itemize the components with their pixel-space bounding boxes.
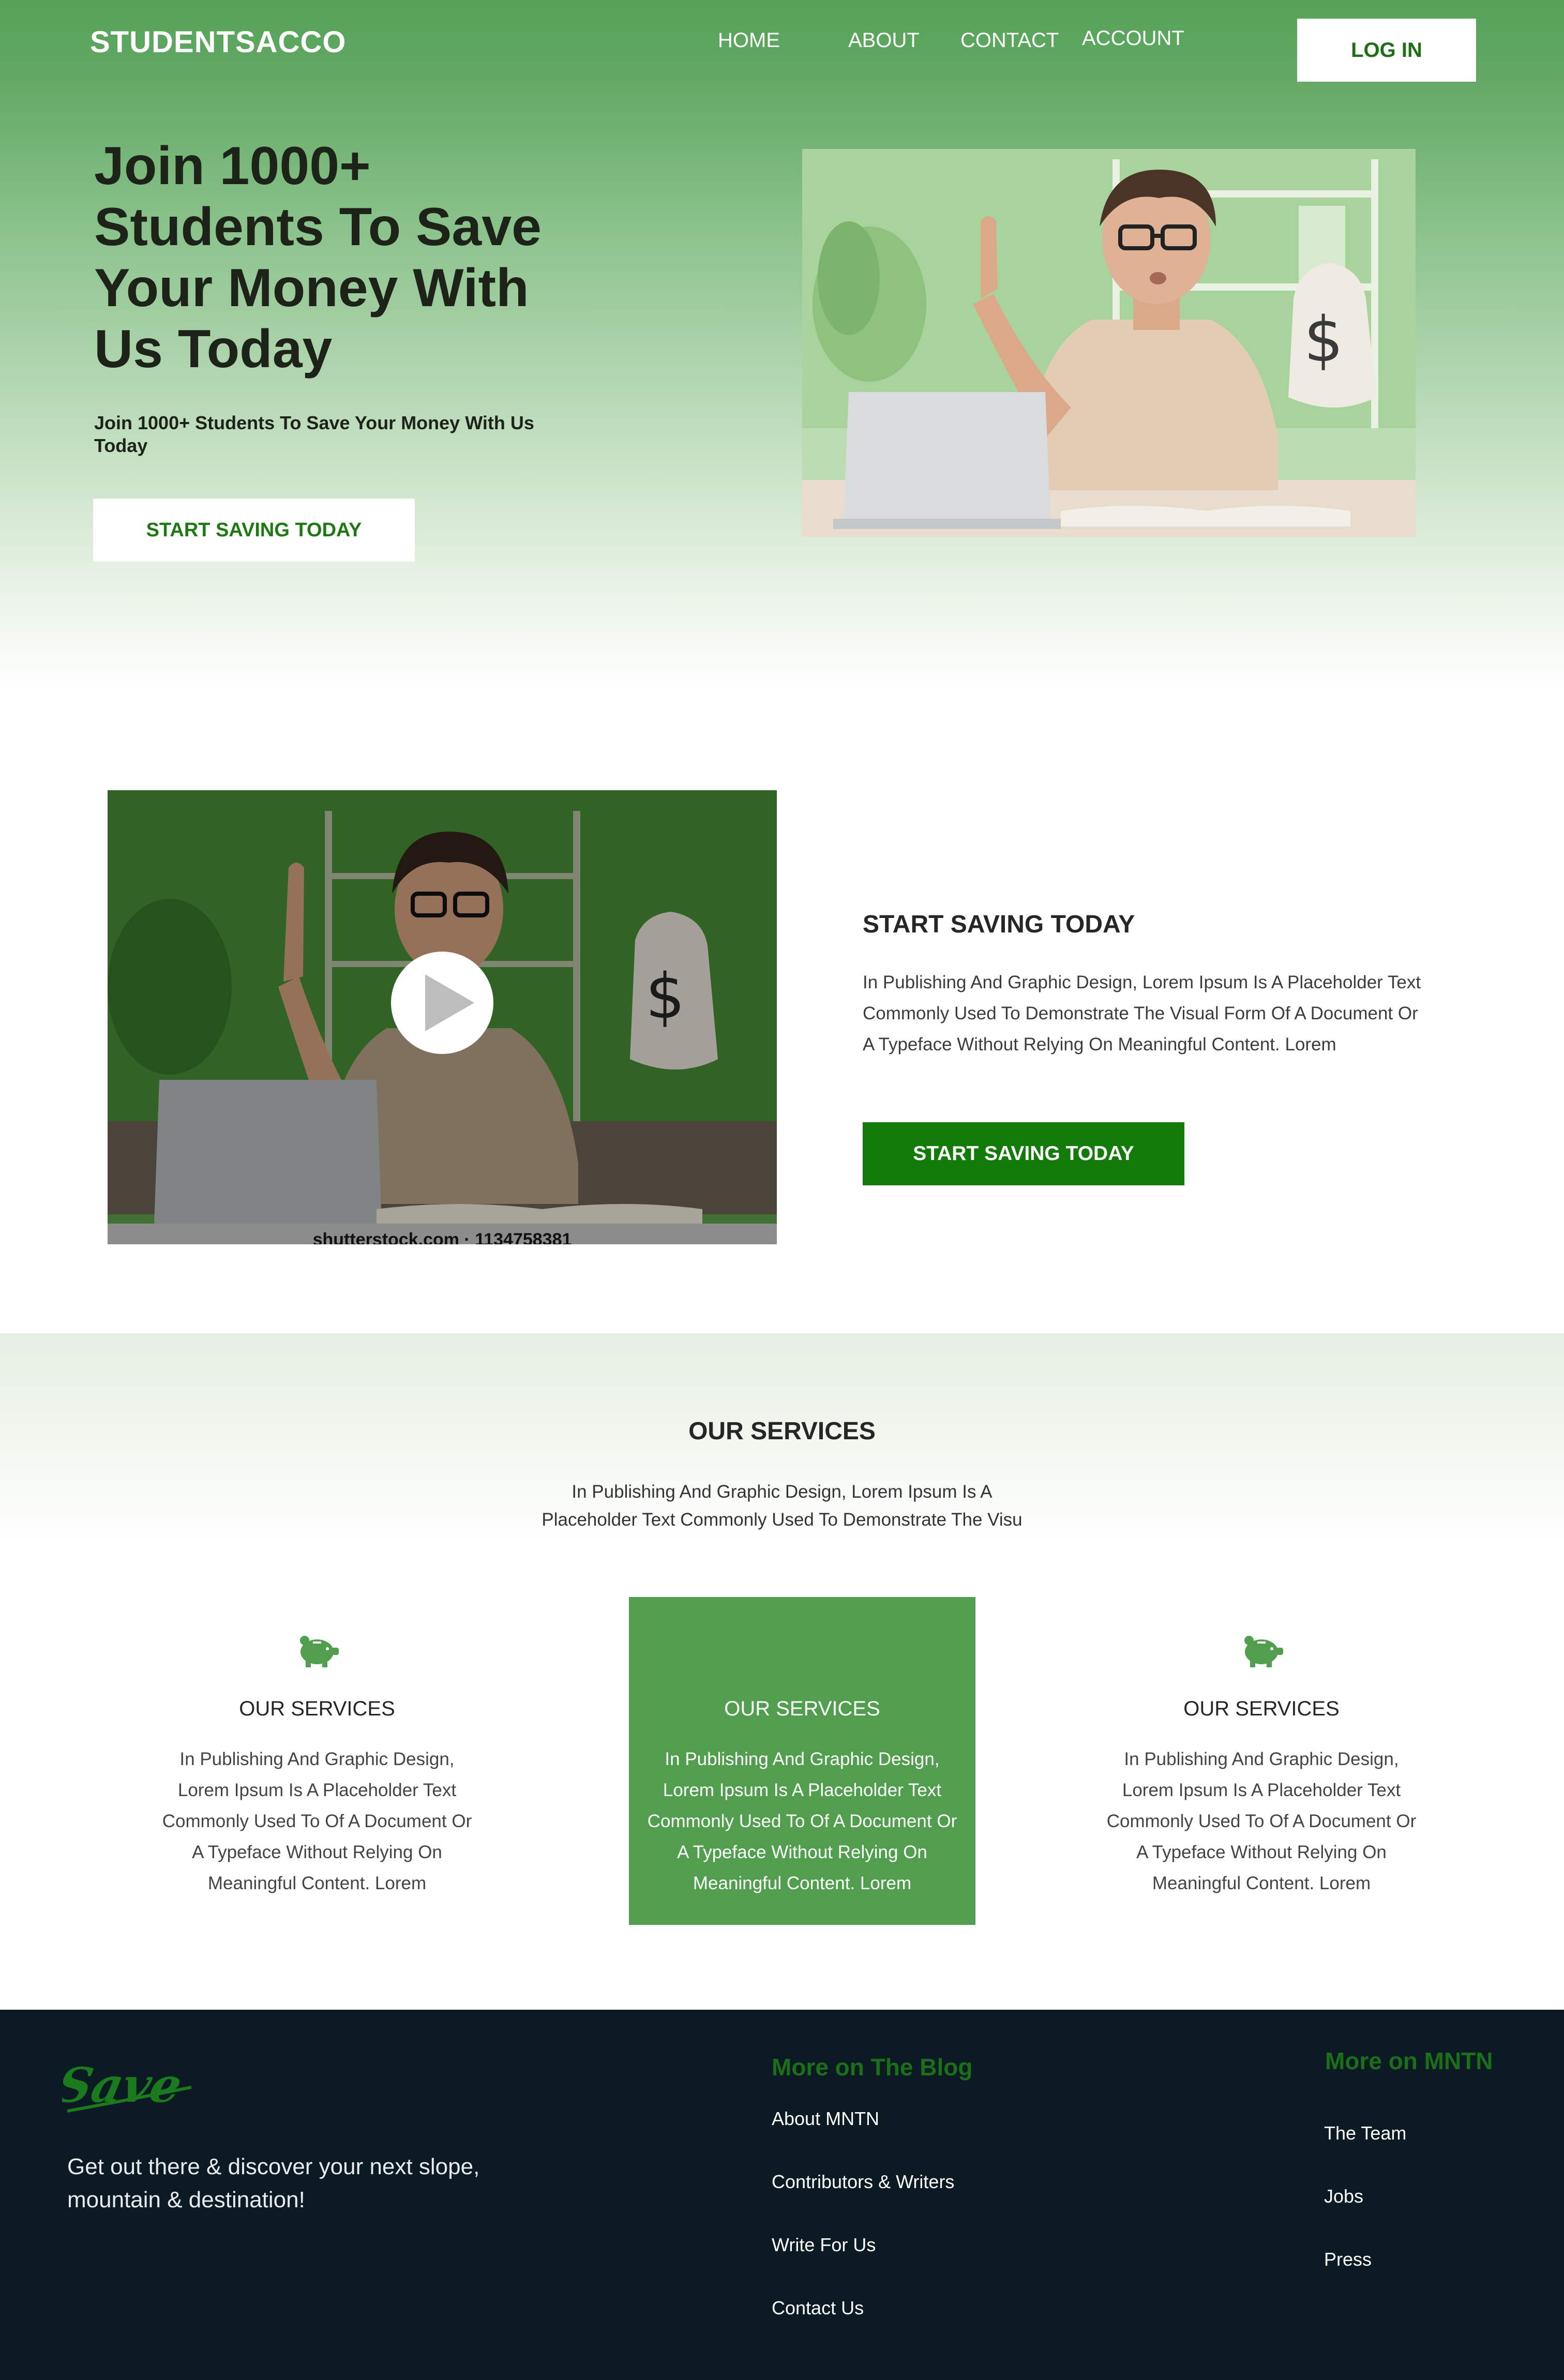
service-card-text: In Publishing And Graphic Design, Lorem … — [162, 1749, 472, 1893]
video-watermark: shutterstock.com · 1134758381 — [312, 1230, 572, 1244]
service-card-1[interactable]: OUR SERVICES In Publishing And Graphic D… — [144, 1597, 490, 1925]
footer-link-press[interactable]: Press — [1324, 2249, 1372, 2270]
hero-image: $ — [802, 149, 1416, 537]
feature-title: START SAVING TODAY — [863, 911, 1135, 938]
nav-contact[interactable]: CONTACT — [960, 29, 1059, 52]
hero-subtitle: Join 1000+ Students To Save Your Money W… — [94, 412, 534, 456]
login-button[interactable]: LOG IN — [1297, 19, 1476, 82]
brand-logo[interactable]: STUDENTSACCO — [90, 25, 346, 59]
piggy-bank-icon — [300, 1636, 339, 1667]
footer-tagline: Get out there & discover your next slope… — [67, 2154, 480, 2212]
service-card-2[interactable]: OUR SERVICES In Publishing And Graphic D… — [629, 1597, 975, 1925]
footer-blog-heading: More on The Blog — [772, 2054, 973, 2081]
service-card-title: OUR SERVICES — [724, 1697, 880, 1720]
start-saving-button-secondary[interactable]: START SAVING TODAY — [863, 1122, 1184, 1185]
hero-section: STUDENTSACCO HOME ABOUT CONTACT ACCOUNT … — [0, 0, 1564, 688]
svg-text:$: $ — [1304, 304, 1343, 376]
footer-link-team[interactable]: The Team — [1324, 2122, 1406, 2144]
services-title: OUR SERVICES — [688, 1418, 876, 1445]
footer: Save Get out there & discover your next … — [0, 2010, 1564, 2380]
service-card-title: OUR SERVICES — [1183, 1697, 1340, 1720]
footer-mntn-heading: More on MNTN — [1325, 2047, 1493, 2074]
footer-link-about[interactable]: About MNTN — [772, 2108, 879, 2130]
nav-home[interactable]: HOME — [718, 29, 780, 52]
service-card-3[interactable]: OUR SERVICES In Publishing And Graphic D… — [1088, 1597, 1435, 1925]
play-button[interactable] — [391, 952, 493, 1054]
student-money-illustration: $ — [802, 149, 1416, 537]
footer-link-contributors[interactable]: Contributors & Writers — [772, 2171, 954, 2193]
feature-description: In Publishing And Graphic Design, Lorem … — [863, 972, 1421, 1055]
start-saving-button[interactable]: START SAVING TODAY — [93, 499, 415, 562]
service-card-title: OUR SERVICES — [239, 1697, 395, 1720]
footer-link-jobs[interactable]: Jobs — [1324, 2186, 1363, 2207]
service-card-text: In Publishing And Graphic Design, Lorem … — [1106, 1749, 1417, 1893]
footer-link-write[interactable]: Write For Us — [772, 2234, 876, 2256]
nav-about[interactable]: ABOUT — [848, 29, 920, 52]
nav-account[interactable]: ACCOUNT — [1082, 27, 1184, 50]
service-card-text: In Publishing And Graphic Design, Lorem … — [647, 1749, 957, 1893]
footer-link-contact[interactable]: Contact Us — [772, 2297, 864, 2319]
services-subtitle: In Publishing And Graphic Design, Lorem … — [542, 1482, 1022, 1530]
save-script-logo: Save — [52, 2057, 192, 2113]
hero-title: Join 1000+ Students To Save Your Money W… — [94, 136, 542, 379]
play-icon — [425, 974, 474, 1031]
footer-logo[interactable]: Save — [52, 2051, 197, 2118]
video-player[interactable]: $ shutterstock.com · 1134758381 — [108, 790, 777, 1244]
piggy-bank-icon — [1244, 1636, 1283, 1667]
logo-text: Save — [62, 2057, 187, 2113]
